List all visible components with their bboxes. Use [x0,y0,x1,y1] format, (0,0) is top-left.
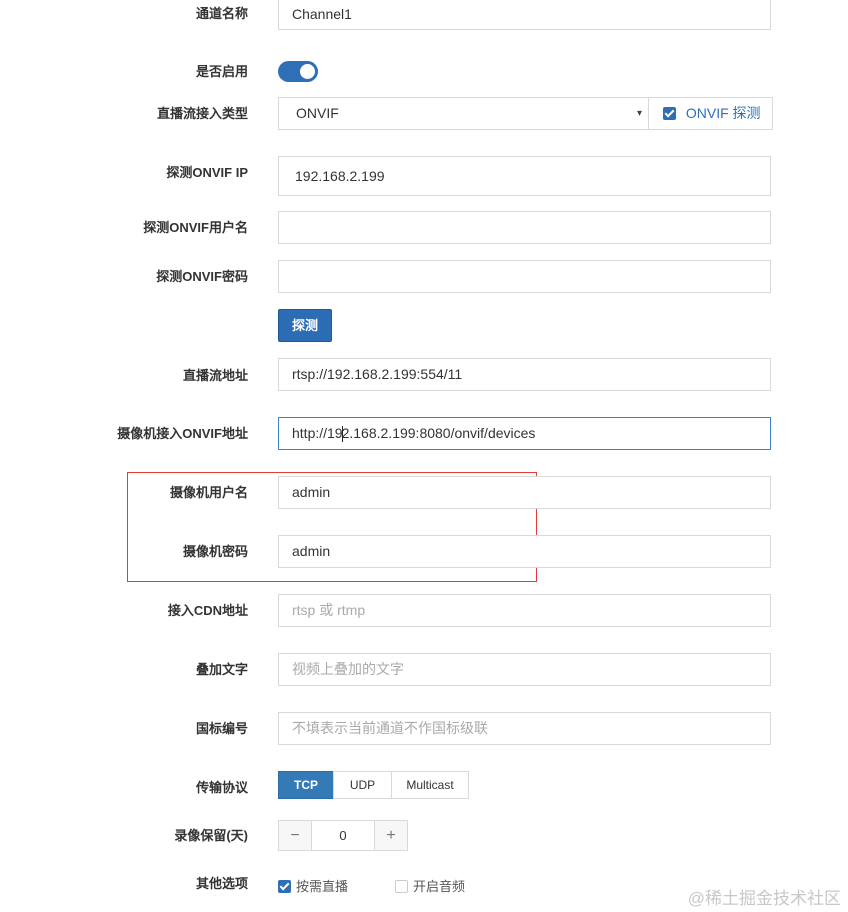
on-demand-label: 按需直播 [296,879,349,894]
channel-name-label: 通道名称 [195,6,248,21]
stream-type-value: ONVIF [296,105,339,121]
probe-ip-label: 探测ONVIF IP [166,165,248,180]
channel-name-value: Channel1 [292,6,352,22]
probe-button[interactable]: 探测 [278,309,332,342]
check-icon [663,106,676,120]
watermark-text: @稀土掘金技术社区 [687,889,841,908]
chevron-down-icon: ▾ [636,108,642,119]
probe-password-input[interactable] [278,260,771,293]
gb-code-input[interactable]: 不填表示当前通道不作国标级联 [278,712,771,745]
audio-checkbox[interactable]: 开启音频 [395,876,465,895]
stream-url-label: 直播流地址 [182,368,248,383]
camera-password-label: 摄像机密码 [182,544,248,559]
onvif-url-value-start: http://19 [292,425,343,441]
stream-url-value: rtsp://192.168.2.199:554/11 [292,366,463,382]
stream-type-select[interactable]: ONVIF ▾ [278,97,649,130]
record-days-stepper[interactable]: − 0 + [278,820,408,851]
increment-button[interactable]: + [374,821,407,850]
protocol-option-multicast[interactable]: Multicast [391,771,469,799]
toggle-knob [300,64,315,79]
on-demand-checkbox[interactable]: 按需直播 [278,876,348,895]
onvif-probe-checkbox[interactable]: ONVIF 探测 [649,97,773,130]
other-options-label: 其他选项 [195,876,248,891]
overlay-text-placeholder: 视频上叠加的文字 [292,661,404,677]
overlay-text-input[interactable]: 视频上叠加的文字 [278,653,771,686]
probe-user-input[interactable] [278,211,771,244]
camera-password-input[interactable]: admin [278,535,771,568]
onvif-url-value-end: 2.168.2.199:8080/onvif/devices [341,425,536,441]
probe-ip-input[interactable]: 192.168.2.199 [278,156,771,196]
probe-ip-value: 192.168.2.199 [295,168,385,184]
record-days-label: 录像保留(天) [174,828,248,843]
gb-code-placeholder: 不填表示当前通道不作国标级联 [292,720,488,736]
onvif-url-input[interactable]: http://192.168.2.199:8080/onvif/devices [278,417,771,450]
cdn-url-label: 接入CDN地址 [167,603,248,618]
onvif-probe-label: ONVIF 探测 [685,105,761,121]
protocol-option-udp[interactable]: UDP [333,771,392,799]
camera-user-value: admin [292,484,331,500]
cdn-url-placeholder: rtsp 或 rtmp [292,602,366,618]
record-days-value[interactable]: 0 [312,821,374,850]
enabled-label: 是否启用 [195,64,248,79]
channel-name-input[interactable]: Channel1 [278,0,771,30]
protocol-label: 传输协议 [195,780,248,795]
probe-password-label: 探测ONVIF密码 [156,269,248,284]
protocol-option-tcp[interactable]: TCP [278,771,334,799]
gb-code-label: 国标编号 [195,721,248,736]
probe-user-label: 探测ONVIF用户名 [143,220,248,235]
onvif-url-label: 摄像机接入ONVIF地址 [117,426,248,441]
overlay-text-label: 叠加文字 [195,662,248,677]
camera-password-value: admin [292,543,331,559]
camera-user-label: 摄像机用户名 [169,485,248,500]
decrement-button[interactable]: − [279,821,312,850]
audio-label: 开启音频 [413,879,466,894]
check-icon [278,880,291,894]
enabled-toggle[interactable] [278,61,318,82]
camera-user-input[interactable]: admin [278,476,771,509]
cdn-url-input[interactable]: rtsp 或 rtmp [278,594,771,627]
checkbox-empty-icon [395,880,408,894]
stream-type-label: 直播流接入类型 [156,106,248,121]
stream-url-input[interactable]: rtsp://192.168.2.199:554/11 [278,358,771,391]
